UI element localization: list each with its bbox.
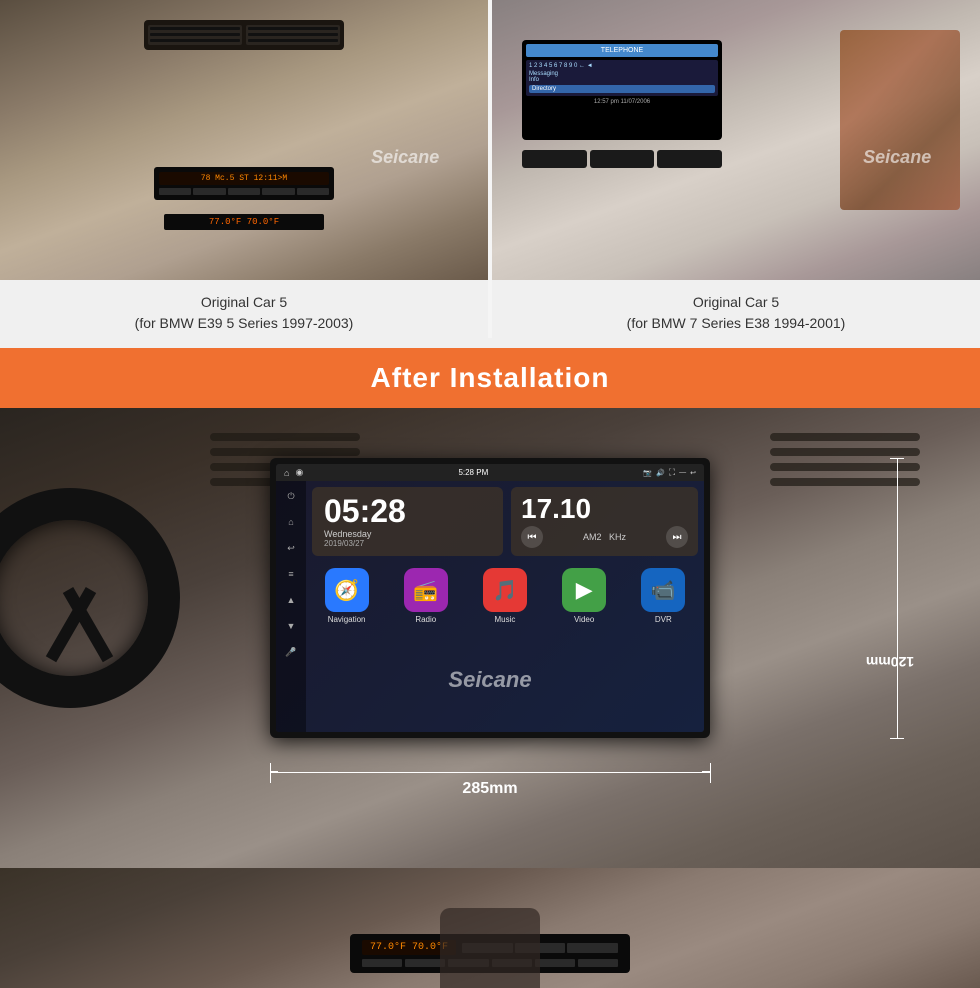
mic-icon[interactable]: 🎤	[282, 643, 300, 661]
home-sidebar-icon[interactable]: ⌂	[282, 513, 300, 531]
status-bar-right: 📷 🔊 ⛶ — ↩	[643, 467, 696, 478]
seicane-watermark-1: Seicane	[371, 147, 439, 168]
dvr-label: DVR	[655, 615, 672, 624]
video-icon-box: ▶	[562, 568, 606, 612]
radio-prev-btn[interactable]: ⏮	[521, 526, 543, 548]
up-icon[interactable]: ▲	[282, 591, 300, 609]
after-installation-section: ⌂ ◉ 5:28 PM 📷 🔊 ⛶ — ↩	[0, 408, 980, 868]
status-bar-time: 5:28 PM	[458, 468, 488, 477]
dim-tick-right	[710, 763, 711, 783]
car2-caption: Original Car 5 (for BMW 7 Series E38 199…	[619, 280, 854, 338]
radio-icon-box: 📻	[404, 568, 448, 612]
clock-day: Wednesday	[324, 529, 491, 539]
fullscreen-icon[interactable]: ⛶	[669, 467, 675, 478]
after-installation-banner: After Installation	[0, 348, 980, 408]
dim-line-vertical	[897, 458, 898, 738]
minimize-icon[interactable]: —	[679, 469, 686, 476]
power-icon[interactable]: ⏻	[282, 487, 300, 505]
width-dimension-label: 285mm	[462, 780, 517, 798]
seicane-watermark-2: Seicane	[863, 147, 931, 168]
app-video[interactable]: ▶ Video	[562, 568, 606, 624]
nav-label: Navigation	[328, 615, 366, 624]
clock-date: 2019/03/27	[324, 539, 491, 548]
clock-time: 05:28	[324, 495, 491, 527]
back-icon[interactable]: ↩	[690, 469, 696, 477]
screen-main: 05:28 Wednesday 2019/03/27 17.10 ⏮	[306, 481, 704, 732]
screen-sidebar: ⏻ ⌂ ↩ ≡ ▲ ▼ 🎤	[276, 481, 306, 732]
dimension-horizontal	[270, 771, 710, 773]
nav-icon-box: 🧭	[325, 568, 369, 612]
original-cars-section: 78 Mc.5 ST 12:11>M 77.0°F 70.0°F Seicane…	[0, 0, 980, 348]
dvr-icon-box: 📹	[641, 568, 685, 612]
status-bar: ⌂ ◉ 5:28 PM 📷 🔊 ⛶ — ↩	[276, 464, 704, 481]
screen-content: ⏻ ⌂ ↩ ≡ ▲ ▼ 🎤	[276, 481, 704, 732]
dim-tick-bottom	[890, 738, 904, 739]
clock-block: 05:28 Wednesday 2019/03/27	[312, 487, 503, 556]
music-icon-box: 🎵	[483, 568, 527, 612]
radio-controls: ⏮ AM2 KHz ⏭	[521, 526, 688, 548]
main-container: 78 Mc.5 ST 12:11>M 77.0°F 70.0°F Seicane…	[0, 0, 980, 988]
car1-caption: Original Car 5 (for BMW E39 5 Series 199…	[127, 280, 362, 338]
app-music[interactable]: 🎵 Music	[483, 568, 527, 624]
dim-tick-left	[270, 763, 271, 783]
video-label: Video	[574, 615, 594, 624]
dim-tick-top	[890, 458, 904, 459]
volume-icon[interactable]: 🔊	[656, 469, 665, 477]
seicane-watermark-install: Seicane	[448, 667, 531, 693]
car2-block: TELEPHONE 1 2 3 4 5 6 7 8 9 0 ← ◄ Messag…	[492, 0, 980, 338]
car1-image: 78 Mc.5 ST 12:11>M 77.0°F 70.0°F Seicane	[0, 0, 488, 280]
app-radio[interactable]: 📻 Radio	[404, 568, 448, 624]
radio-frequency: 17.10	[521, 495, 688, 523]
radio-band-info: AM2 KHz	[549, 532, 660, 542]
radio-next-btn[interactable]: ⏭	[666, 526, 688, 548]
home-icon[interactable]: ⌂	[284, 468, 289, 478]
radio-label: Radio	[415, 615, 436, 624]
app-icons-row: 🧭 Navigation 📻 Radio 🎵 Music	[312, 568, 698, 624]
info-row: 05:28 Wednesday 2019/03/27 17.10 ⏮	[312, 487, 698, 556]
car2-image: TELEPHONE 1 2 3 4 5 6 7 8 9 0 ← ◄ Messag…	[492, 0, 980, 280]
radio-block: 17.10 ⏮ AM2 KHz ⏭	[511, 487, 698, 556]
down-icon[interactable]: ▼	[282, 617, 300, 635]
banner-text: After Installation	[371, 362, 610, 393]
menu-sidebar-icon[interactable]: ≡	[282, 565, 300, 583]
head-unit[interactable]: ⌂ ◉ 5:28 PM 📷 🔊 ⛶ — ↩	[270, 458, 710, 738]
camera-icon[interactable]: 📷	[643, 469, 652, 477]
location-icon[interactable]: ◉	[295, 467, 303, 478]
car1-block: 78 Mc.5 ST 12:11>M 77.0°F 70.0°F Seicane…	[0, 0, 488, 338]
app-dvr[interactable]: 📹 DVR	[641, 568, 685, 624]
app-navigation[interactable]: 🧭 Navigation	[325, 568, 369, 624]
music-label: Music	[495, 615, 516, 624]
status-bar-left: ⌂ ◉	[284, 467, 303, 478]
height-dimension-label: 120mm	[866, 654, 914, 670]
bottom-section: 77.0°F 70.0°F	[0, 868, 980, 988]
back-sidebar-icon[interactable]: ↩	[282, 539, 300, 557]
